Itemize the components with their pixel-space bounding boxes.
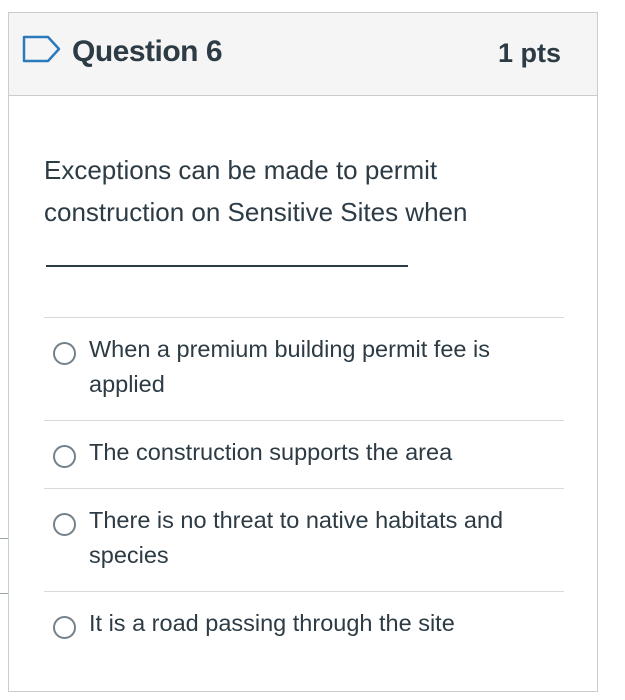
question-card: Question 6 1 pts Exceptions can be made … xyxy=(8,12,598,692)
answer-label: It is a road passing through the site xyxy=(89,610,455,636)
radio-button[interactable] xyxy=(53,445,76,468)
question-points: 1 pts xyxy=(497,38,561,68)
radio-button[interactable] xyxy=(53,342,76,365)
radio-button[interactable] xyxy=(53,513,76,536)
answer-option-3[interactable]: There is no threat to native habitats an… xyxy=(44,489,564,592)
question-header: Question 6 1 pts xyxy=(9,13,597,96)
question-title: Question 6 xyxy=(72,35,223,68)
answer-option-1[interactable]: When a premium building permit fee is ap… xyxy=(44,318,564,421)
answer-option-4[interactable]: It is a road passing through the site xyxy=(44,592,564,660)
question-text: Exceptions can be made to permit constru… xyxy=(44,149,514,275)
fill-in-blank-line xyxy=(46,265,408,267)
answer-list: When a premium building permit fee is ap… xyxy=(44,317,564,660)
question-prompt: Exceptions can be made to permit constru… xyxy=(44,155,468,227)
answer-option-2[interactable]: The construction supports the area xyxy=(44,421,564,489)
answer-label: When a premium building permit fee is ap… xyxy=(89,336,490,397)
radio-button[interactable] xyxy=(53,616,76,639)
bookmark-flag-icon[interactable] xyxy=(22,35,62,63)
answer-label: The construction supports the area xyxy=(89,439,453,465)
answer-label: There is no threat to native habitats an… xyxy=(89,507,504,568)
